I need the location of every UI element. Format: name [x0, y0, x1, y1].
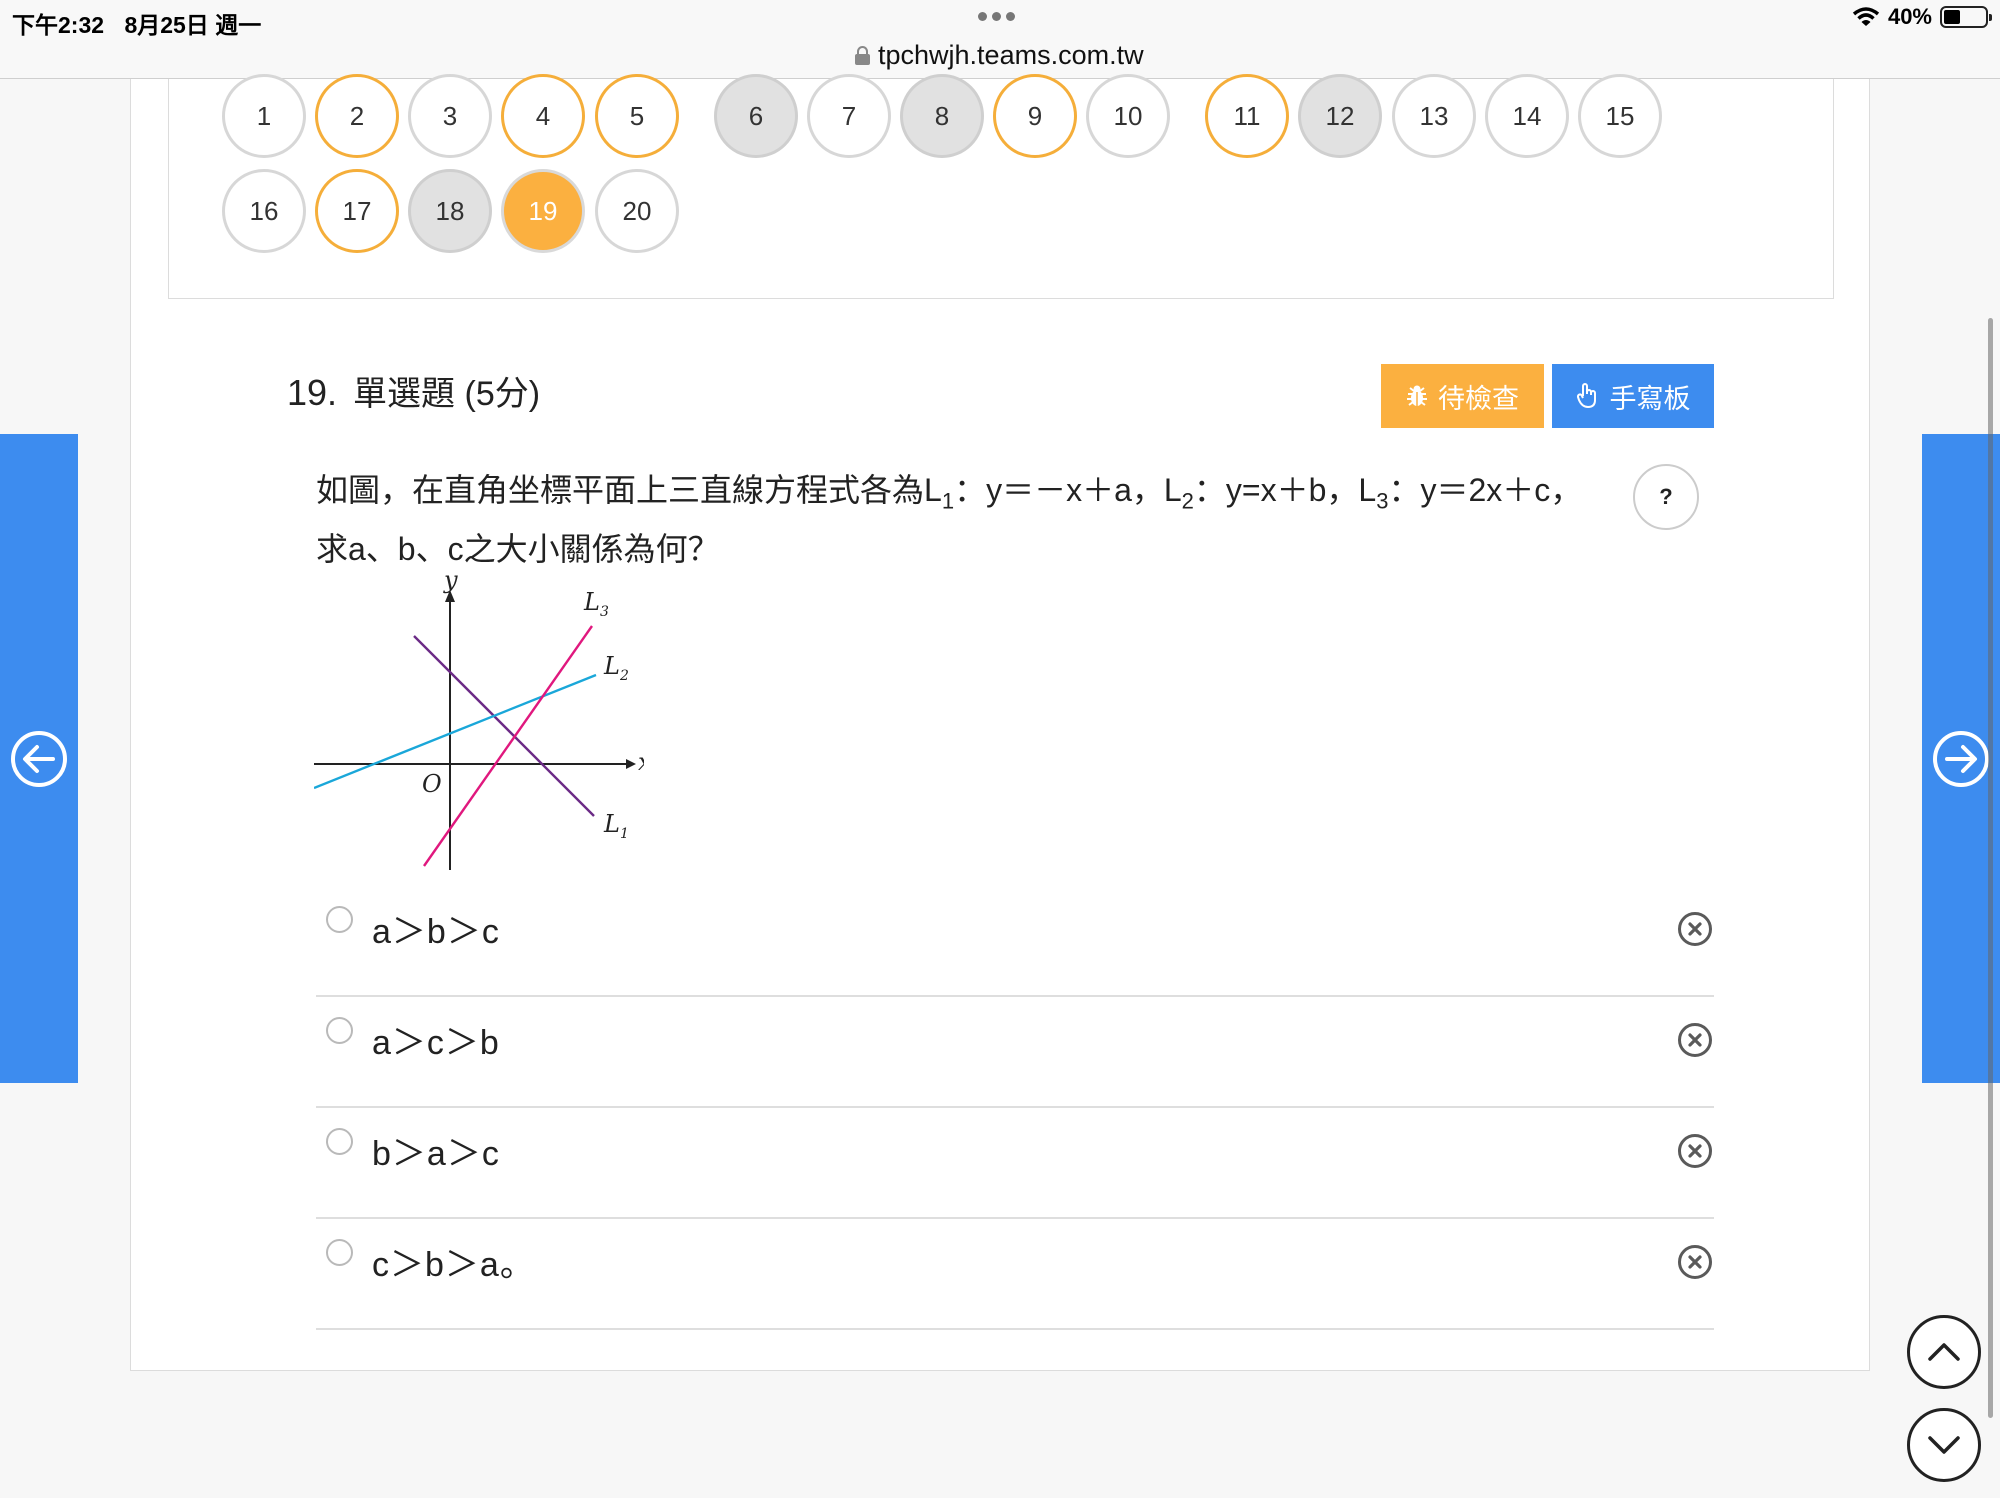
- line-l2: [314, 673, 597, 790]
- battery-icon: [1940, 6, 1992, 28]
- chevron-up-icon: [1928, 1343, 1960, 1361]
- l1-subscript: 1: [620, 826, 629, 842]
- question-type: 單選題 (5分): [353, 375, 541, 413]
- option-text: c＞b＞a。: [372, 1246, 535, 1284]
- question-nav-item[interactable]: 18: [408, 169, 492, 253]
- answer-option[interactable]: b＞a＞c: [316, 1108, 1714, 1219]
- previous-question-button[interactable]: [0, 434, 78, 1083]
- answer-option[interactable]: c＞b＞a。: [316, 1219, 1714, 1330]
- subscript: 2: [1181, 488, 1194, 514]
- question-nav-item[interactable]: 19: [501, 169, 585, 253]
- answer-option[interactable]: a＞c＞b: [316, 997, 1714, 1108]
- option-radio[interactable]: [326, 1239, 353, 1266]
- answer-option[interactable]: a＞b＞c: [316, 886, 1714, 997]
- multitask-dots-icon[interactable]: [978, 8, 1024, 21]
- l3-letter: L: [583, 588, 600, 616]
- l1-letter: L: [603, 810, 620, 838]
- url-text: tpchwjh.teams.com.tw: [878, 39, 1144, 70]
- l3-label: L3: [583, 588, 609, 620]
- battery-text: 40%: [1887, 4, 1932, 29]
- question-number: 19.: [287, 372, 338, 413]
- question-text-part: ：y＝－x＋a，L: [954, 472, 1182, 508]
- scroll-down-button[interactable]: [1907, 1408, 1981, 1482]
- x-axis-arrow: [626, 759, 636, 769]
- question-nav-item[interactable]: 11: [1205, 74, 1289, 158]
- question-nav-item[interactable]: 10: [1086, 74, 1170, 158]
- pending-review-button[interactable]: 待檢查: [1381, 364, 1544, 428]
- date-text: 8月25日 週一: [124, 12, 262, 38]
- x-circle-icon[interactable]: [1678, 912, 1712, 946]
- time-text: 下午2:32: [12, 12, 105, 38]
- question-nav-item[interactable]: 8: [900, 74, 984, 158]
- page-scrollbar[interactable]: [1988, 318, 1993, 1418]
- x-circle-icon[interactable]: [1678, 1134, 1712, 1168]
- question-nav-item[interactable]: 20: [595, 169, 679, 253]
- x-circle-icon[interactable]: [1678, 1245, 1712, 1279]
- question-nav-item[interactable]: 6: [714, 74, 798, 158]
- pending-review-label: 待檢查: [1438, 383, 1519, 414]
- origin-label: O: [422, 770, 442, 798]
- question-text: 如圖，在直角坐標平面上三直線方程式各為L1：y＝－x＋a，L2：y=x＋b，L3…: [316, 466, 1606, 573]
- question-nav-item[interactable]: 14: [1485, 74, 1569, 158]
- question-nav-item[interactable]: 12: [1298, 74, 1382, 158]
- arrow-left-circle-icon: [11, 730, 67, 787]
- question-nav-item[interactable]: 7: [807, 74, 891, 158]
- question-text-part: ：y=x＋b，L: [1193, 472, 1377, 508]
- x-mark-icon: [1688, 1144, 1702, 1158]
- help-button[interactable]: ?: [1633, 464, 1699, 530]
- question-nav-item[interactable]: 5: [595, 74, 679, 158]
- arrow-right-circle-icon: [1933, 730, 1989, 787]
- lock-icon: [855, 45, 870, 65]
- question-header: 19. 單選題 (5分): [287, 366, 540, 415]
- battery-level: [1944, 10, 1960, 24]
- status-time: 下午2:32 8月25日 週一: [12, 6, 261, 40]
- address-bar[interactable]: tpchwjh.teams.com.tw: [855, 38, 1144, 72]
- handwriting-pad-label: 手寫板: [1609, 383, 1691, 414]
- status-indicators: 40%: [1852, 4, 1992, 30]
- chevron-down-icon: [1928, 1436, 1960, 1454]
- coordinate-graph-figure: y x O L3 L2 L1: [314, 570, 644, 870]
- question-nav-item[interactable]: 1: [222, 74, 306, 158]
- subscript: 1: [941, 488, 955, 514]
- option-radio[interactable]: [326, 1128, 353, 1155]
- l3-subscript: 3: [600, 604, 609, 620]
- subscript: 3: [1376, 488, 1389, 514]
- option-text: a＞b＞c: [372, 913, 500, 951]
- x-mark-icon: [1688, 1255, 1702, 1269]
- question-nav-item[interactable]: 4: [501, 74, 585, 158]
- question-nav-item[interactable]: 3: [408, 74, 492, 158]
- pointing-hand-icon: [1576, 383, 1596, 408]
- x-mark-icon: [1688, 922, 1702, 936]
- option-radio[interactable]: [326, 906, 353, 933]
- l1-label: L1: [603, 810, 629, 842]
- question-nav-item[interactable]: 15: [1578, 74, 1662, 158]
- question-text-part: 如圖，在直角坐標平面上三直線方程式各為L: [316, 472, 942, 508]
- question-nav-item[interactable]: 13: [1392, 74, 1476, 158]
- scroll-up-button[interactable]: [1907, 1315, 1981, 1389]
- option-radio[interactable]: [326, 1017, 353, 1044]
- bug-icon: [1407, 385, 1427, 406]
- y-axis-label: y: [443, 570, 458, 594]
- browser-top-bar: 下午2:32 8月25日 週一 tpchwjh.teams.com.tw 40%: [0, 0, 2000, 79]
- question-nav-item[interactable]: 17: [315, 169, 399, 253]
- question-nav-item[interactable]: 2: [315, 74, 399, 158]
- x-mark-icon: [1688, 1033, 1702, 1047]
- l2-letter: L: [603, 652, 620, 680]
- x-axis-label: x: [638, 748, 644, 776]
- l2-subscript: 2: [619, 668, 629, 684]
- wifi-icon: [1852, 7, 1880, 26]
- option-text: b＞a＞c: [372, 1135, 500, 1173]
- question-nav-item[interactable]: 16: [222, 169, 306, 253]
- l2-label: L2: [603, 652, 629, 684]
- option-text: a＞c＞b: [372, 1024, 500, 1062]
- handwriting-pad-button[interactable]: 手寫板: [1552, 364, 1714, 428]
- question-nav-item[interactable]: 9: [993, 74, 1077, 158]
- x-circle-icon[interactable]: [1678, 1023, 1712, 1057]
